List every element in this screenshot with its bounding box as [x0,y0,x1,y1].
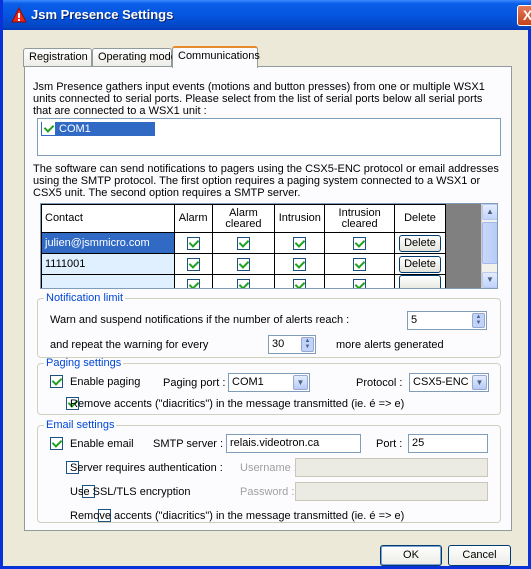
list-item-label: COM1 [59,123,91,135]
enable-email-checkbox[interactable] [50,437,63,450]
smtp-server-label: SMTP server : [153,438,224,450]
notification-limit-group: Notification limit Warn and suspend noti… [37,292,501,358]
username-label: Username : [240,462,297,474]
server-auth-label: Server requires authentication : [70,462,223,474]
spinner-arrows-icon[interactable]: ▲ ▼ [472,313,485,328]
alarm-cleared-checkbox[interactable] [236,257,250,271]
intrusion-cleared-checkbox[interactable] [353,257,367,271]
password-input[interactable] [295,482,488,501]
contacts-table: Contact Alarm Alarm cleared Intrusion In… [41,204,447,288]
spinner-arrows-icon[interactable]: ▲ ▼ [301,337,314,352]
repeat-suffix: more alerts generated [336,339,444,351]
contact-cell[interactable] [41,274,175,288]
password-label: Password : [240,486,295,498]
table-header-row: Contact Alarm Alarm cleared Intrusion In… [41,204,447,233]
communications-panel: Jsm Presence gathers input events (motio… [24,66,512,531]
smtp-port-value: 25 [412,437,425,449]
protocol-select[interactable]: CSX5-ENC ▼ [409,373,489,392]
column-header-intrusion-cleared: Intrusion cleared [324,204,395,233]
alarm-cleared-checkbox[interactable] [236,278,250,288]
paging-settings-title: Paging settings [46,357,122,369]
list-item[interactable]: COM1 [41,122,155,136]
settings-window: Jsm Presence Settings X Registration Ope… [0,0,531,569]
grid-empty-area [446,204,483,288]
smtp-port-input[interactable]: 25 [408,434,488,453]
alarm-checkbox[interactable] [186,236,200,250]
column-header-delete: Delete [393,204,447,233]
paging-port-label: Paging port : [163,377,226,389]
tab-communications[interactable]: Communications [172,46,260,68]
protocol-value: CSX5-ENC [413,376,469,388]
column-header-alarm: Alarm [173,204,213,233]
scroll-down-icon[interactable]: ▼ [482,272,497,288]
app-warning-icon [11,7,27,23]
close-icon: X [522,7,531,23]
email-remove-accents-label: Remove accents ("diacritics") in the mes… [70,510,405,522]
chevron-down-icon[interactable]: ▼ [472,375,487,390]
paging-remove-accents-label: Remove accents ("diacritics") in the mes… [70,398,405,410]
intrusion-checkbox[interactable] [293,257,307,271]
com1-checkbox[interactable] [42,122,55,135]
paging-port-value: COM1 [232,376,264,388]
smtp-server-input[interactable]: relais.videotron.ca [226,434,361,453]
scroll-up-icon[interactable]: ▲ [482,204,497,220]
serial-port-list[interactable]: COM1 [37,118,501,156]
warn-limit-spinner[interactable]: 5 ▲ ▼ [407,311,487,330]
table-row[interactable]: julien@jsmmicro.com Delete [41,232,447,254]
ssl-label: Use SSL/TLS encryption [70,486,191,498]
warn-limit-value: 5 [411,314,418,326]
contacts-scrollbar[interactable]: ▲ ▼ [481,204,497,288]
delete-button[interactable] [398,275,441,288]
paging-port-select[interactable]: COM1 ▼ [228,373,310,392]
contact-cell[interactable]: 1111001 [41,253,175,275]
paging-settings-group: Paging settings Enable paging Paging por… [37,357,501,415]
intrusion-cleared-checkbox[interactable] [353,278,367,288]
repeat-spinner[interactable]: 30 ▲ ▼ [268,335,316,354]
intrusion-checkbox[interactable] [293,236,307,250]
intrusion-checkbox[interactable] [293,278,307,288]
alarm-cleared-checkbox[interactable] [236,236,250,250]
notification-text: The software can send notifications to p… [33,163,499,199]
alarm-checkbox[interactable] [186,278,200,288]
cancel-button[interactable]: Cancel [448,545,511,566]
repeat-label: and repeat the warning for every [50,339,209,351]
enable-paging-checkbox[interactable] [50,375,63,388]
protocol-label: Protocol : [356,377,403,389]
enable-email-label: Enable email [70,438,134,450]
intro-text: Jsm Presence gathers input events (motio… [33,81,485,117]
ok-button[interactable]: OK [380,545,442,566]
tab-registration[interactable]: Registration [23,48,92,67]
contacts-grid[interactable]: Contact Alarm Alarm cleared Intrusion In… [40,203,498,289]
username-input[interactable] [295,458,488,477]
column-header-contact: Contact [41,204,175,233]
smtp-port-label: Port : [376,438,403,450]
scroll-thumb[interactable] [482,222,497,264]
title-bar[interactable]: Jsm Presence Settings X [3,0,531,30]
alarm-checkbox[interactable] [186,257,200,271]
window-title: Jsm Presence Settings [31,7,174,22]
enable-paging-label: Enable paging [70,376,141,388]
delete-button[interactable]: Delete [398,234,441,252]
warn-label: Warn and suspend notifications if the nu… [50,314,350,326]
email-settings-group: Email settings Enable email SMTP server … [37,419,501,523]
repeat-value: 30 [272,338,285,350]
table-row[interactable] [41,274,447,288]
close-button[interactable]: X [517,5,531,26]
smtp-server-value: relais.videotron.ca [230,437,320,449]
email-settings-title: Email settings [46,419,115,431]
column-header-alarm-cleared: Alarm cleared [211,204,276,233]
delete-button[interactable]: Delete [398,255,441,273]
column-header-intrusion: Intrusion [274,204,326,233]
chevron-down-icon[interactable]: ▼ [293,375,308,390]
contact-cell[interactable]: julien@jsmmicro.com [41,232,175,254]
table-row[interactable]: 1111001 Delete [41,253,447,275]
intrusion-cleared-checkbox[interactable] [353,236,367,250]
tab-operating-mode[interactable]: Operating mode [92,48,177,67]
notification-limit-title: Notification limit [46,292,124,304]
